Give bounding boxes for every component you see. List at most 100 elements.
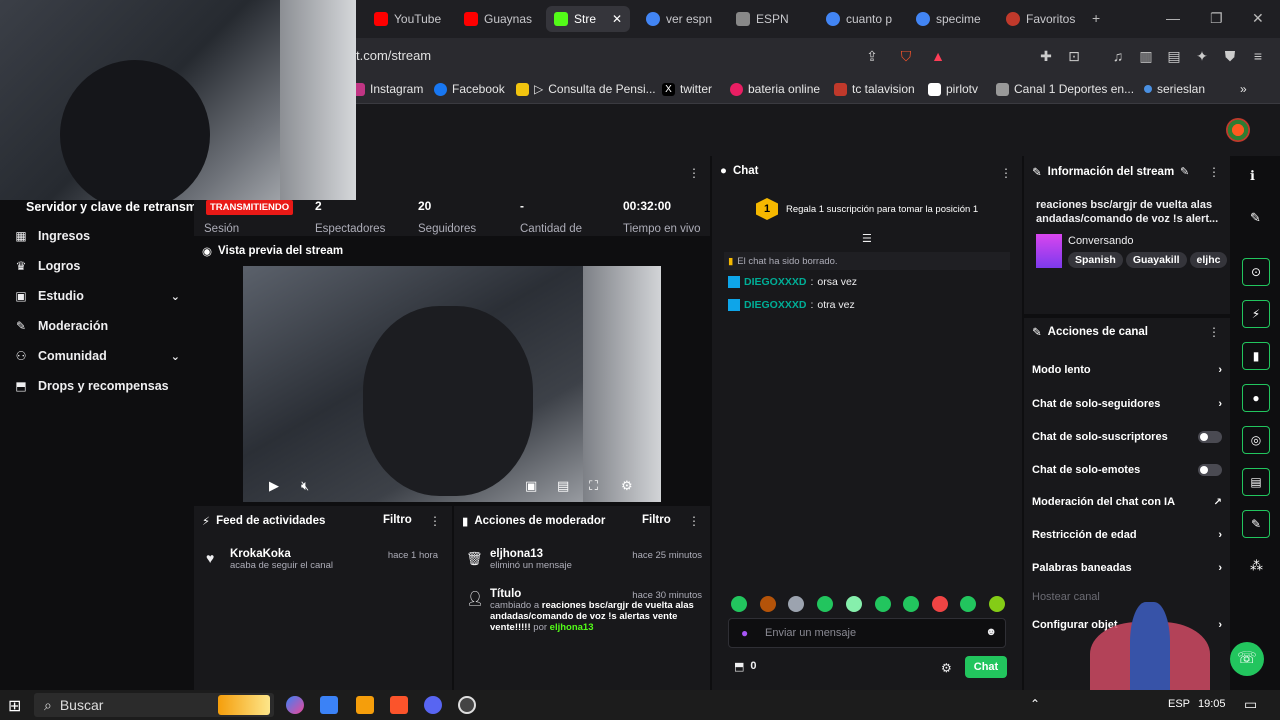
bookmark-twitter[interactable]: Xtwitter	[662, 82, 712, 96]
more-bookmarks-icon[interactable]: »	[1240, 82, 1247, 96]
theater-icon[interactable]: ▤	[557, 478, 569, 494]
action-followers-only[interactable]: Chat de solo-seguidores ›	[1032, 398, 1222, 410]
tab-ver-espn[interactable]: ver espn	[638, 6, 720, 32]
tray-chevron-icon[interactable]: ⌃	[1030, 697, 1040, 711]
chat-settings-icon[interactable]: ⚙	[941, 661, 952, 675]
vpn-icon[interactable]: ⛊	[1222, 48, 1238, 64]
language-indicator[interactable]: ESP	[1168, 698, 1190, 710]
modactions-widget-icon[interactable]: ▤	[1242, 468, 1270, 496]
emote-icon[interactable]	[817, 596, 833, 612]
bolt-widget-icon[interactable]: ⚡	[1242, 300, 1270, 328]
mute-icon[interactable]: 🔇︎	[301, 478, 309, 494]
tab-specime[interactable]: specime	[908, 6, 990, 32]
settings-icon[interactable]: ⚙	[621, 478, 633, 494]
action-slow-mode[interactable]: Modo lento ›	[1032, 364, 1222, 376]
minimize-icon[interactable]: —	[1166, 10, 1180, 26]
tag[interactable]: Guayakill	[1125, 252, 1187, 268]
channel-points[interactable]: ⬒ 0	[734, 660, 757, 673]
more-options-icon[interactable]: ⋮	[429, 514, 441, 528]
bookmark-pirlotv[interactable]: pirlotv	[928, 82, 978, 96]
sidebar-item-comunidad[interactable]: ⚇ Comunidad ⌄	[14, 344, 184, 368]
emoji-icon[interactable]: ☻	[985, 626, 997, 638]
notes-widget-icon[interactable]: ▮	[1242, 342, 1270, 370]
modactions-filter-button[interactable]: Filtro	[642, 514, 671, 526]
tab-stream[interactable]: Stre ✕	[546, 6, 630, 32]
broadcast-widget-icon[interactable]: ◎	[1242, 426, 1270, 454]
windows-start-icon[interactable]: ⊞	[8, 696, 21, 716]
tag[interactable]: Spanish	[1068, 252, 1123, 268]
chat-message-input[interactable]: ● Enviar un mensaje ☻	[728, 618, 1006, 648]
action-ai-moderation[interactable]: Moderación del chat con IA ↗	[1032, 496, 1222, 508]
bookmark-serieslan[interactable]: serieslan	[1144, 82, 1205, 96]
emote-icon[interactable]	[760, 596, 776, 612]
subscribers-only-toggle[interactable]	[1198, 431, 1222, 443]
screenshot-icon[interactable]: ⊡	[1066, 48, 1082, 64]
add-widget-icon[interactable]: ⁂	[1250, 558, 1263, 574]
bookmark-instagram[interactable]: Instagram	[352, 82, 423, 96]
emote-icon[interactable]	[932, 596, 948, 612]
action-banned-words[interactable]: Palabras baneadas ›	[1032, 562, 1222, 574]
bookmark-consulta[interactable]: ▷ Consulta de Pensi...	[516, 82, 656, 96]
new-tab-icon[interactable]: +	[1092, 10, 1100, 26]
store-icon[interactable]	[320, 696, 338, 714]
sidebar-item-estudio[interactable]: ▣ Estudio ⌄	[14, 284, 184, 308]
brave-rewards-icon[interactable]: ▲	[930, 48, 946, 64]
obs-icon[interactable]	[458, 696, 476, 714]
info-icon[interactable]: ℹ	[1250, 168, 1255, 184]
leo-icon[interactable]: ✦	[1194, 48, 1210, 64]
extensions-icon[interactable]: ✚	[1038, 48, 1054, 64]
edit-icon[interactable]: ✎	[1180, 165, 1189, 178]
camera-widget-icon[interactable]: ⊙	[1242, 258, 1270, 286]
close-icon[interactable]: ✕	[612, 12, 622, 26]
bookmark-facebook[interactable]: Facebook	[434, 82, 505, 96]
emote-icon[interactable]	[875, 596, 891, 612]
sidebar-icon[interactable]: ▥	[1138, 48, 1154, 64]
taskbar-search[interactable]: ⌕ Buscar	[34, 693, 274, 717]
tab-cuanto[interactable]: cuanto p	[818, 6, 900, 32]
pip-icon[interactable]: ▣	[525, 478, 537, 494]
notifications-icon[interactable]: ▭	[1244, 696, 1257, 713]
play-icon[interactable]: ▶	[269, 478, 279, 494]
bookmark-canal1[interactable]: Canal 1 Deportes en...	[996, 82, 1134, 96]
emote-icon[interactable]	[903, 596, 919, 612]
share-icon[interactable]: ⇪	[864, 48, 880, 64]
more-options-icon[interactable]: ⋮	[688, 166, 700, 180]
emote-icon[interactable]	[960, 596, 976, 612]
emote-icon[interactable]	[788, 596, 804, 612]
sidebar-item-ingresos[interactable]: ▦ Ingresos	[14, 224, 184, 248]
user-avatar[interactable]	[1226, 118, 1250, 142]
video-player[interactable]: ▶ 🔇︎ ▣ ▤ ⛶ ⚙	[243, 266, 661, 502]
chat-send-button[interactable]: Chat	[965, 656, 1007, 678]
support-chat-button[interactable]: ☏	[1230, 642, 1264, 676]
menu-icon[interactable]: ≡	[1250, 48, 1266, 64]
tab-favoritos[interactable]: Favoritos	[998, 6, 1080, 32]
microphone-icon[interactable]: ●	[741, 626, 748, 640]
restore-icon[interactable]: ❐	[1210, 10, 1223, 27]
pencil-icon[interactable]: ✎	[1250, 210, 1261, 226]
more-options-icon[interactable]: ⋮	[1000, 166, 1012, 180]
brave-shield-icon[interactable]: ⛉	[898, 48, 914, 64]
close-window-icon[interactable]: ✕	[1252, 10, 1264, 27]
brave-icon[interactable]	[390, 696, 408, 714]
event-user[interactable]: KrokaKoka	[230, 548, 333, 560]
tab-espn[interactable]: ESPN	[728, 6, 808, 32]
sidebar-item-stream-key[interactable]: Servidor y clave de retransm	[26, 200, 197, 214]
file-explorer-icon[interactable]	[356, 696, 374, 714]
sidebar-item-logros[interactable]: ♛ Logros	[14, 254, 184, 278]
more-options-icon[interactable]: ⋮	[688, 514, 700, 528]
event-user[interactable]: eljhona13	[490, 548, 572, 560]
tab-youtube[interactable]: YouTube	[366, 6, 446, 32]
action-age-restriction[interactable]: Restricción de edad ›	[1032, 529, 1222, 541]
wallet-icon[interactable]: ▤	[1166, 48, 1182, 64]
feed-filter-button[interactable]: Filtro	[383, 514, 412, 526]
emote-icon[interactable]	[731, 596, 747, 612]
emotes-only-toggle[interactable]	[1198, 464, 1222, 476]
emote-icon[interactable]	[846, 596, 862, 612]
tab-guaynas[interactable]: Guaynas	[456, 6, 536, 32]
emote-icon[interactable]	[989, 596, 1005, 612]
sidebar-item-drops[interactable]: ⬒ Drops y recompensas	[14, 374, 184, 398]
copilot-icon[interactable]	[286, 696, 304, 714]
sidebar-item-moderacion[interactable]: ✎ Moderación	[14, 314, 184, 338]
more-options-icon[interactable]: ⋮	[1208, 165, 1220, 179]
url-input[interactable]: t.com/stream	[356, 48, 431, 63]
